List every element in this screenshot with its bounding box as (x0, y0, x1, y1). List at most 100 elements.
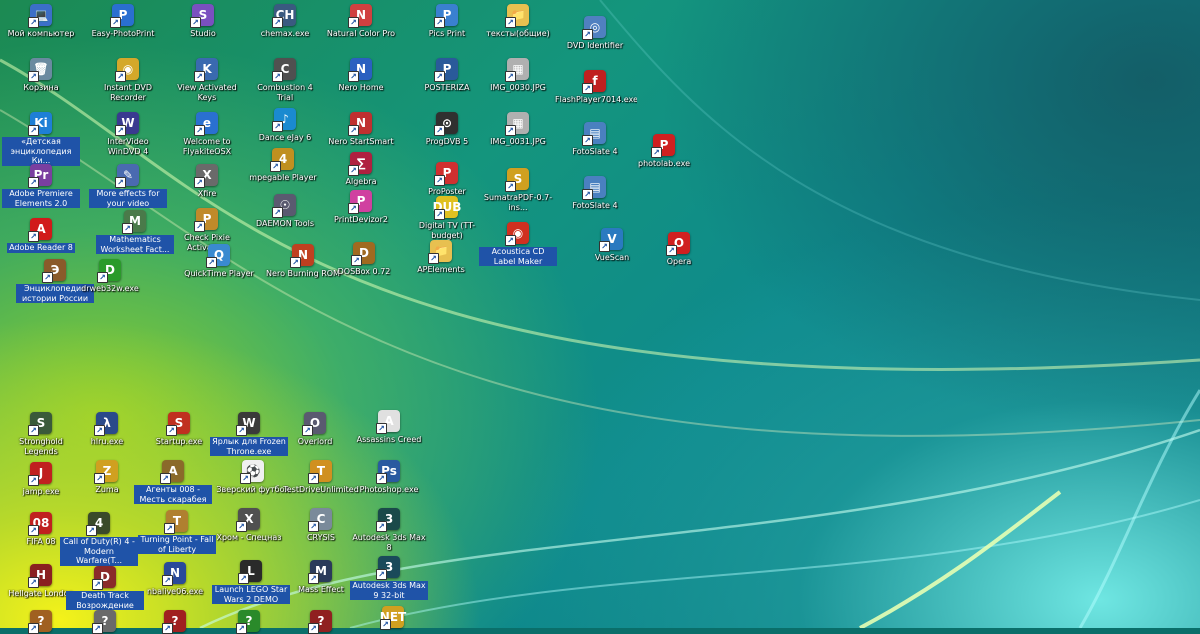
desktop-icon[interactable]: T ↗ TestDriveUnlimited (282, 460, 360, 495)
desktop-icon-label: Adobe Premiere Elements 2.0 (2, 189, 80, 208)
desktop-icon[interactable]: P ↗ PrintDevizor2 (322, 190, 400, 225)
desktop-icon[interactable]: Ps ↗ Photoshop.exe (350, 460, 428, 495)
desktop-icon[interactable]: 4 ↗ mpegable Player (244, 148, 322, 183)
desktop-icon[interactable]: ▦ ↗ IMG_0031.JPG (479, 112, 557, 147)
shortcut-arrow-icon: ↗ (92, 579, 103, 590)
desktop-icon[interactable]: N ↗ Natural Color Pro (322, 4, 400, 39)
desktop-icon[interactable]: NET ↗ (354, 606, 432, 630)
app-icon: Ps ↗ (376, 460, 400, 484)
desktop-icon[interactable]: N ↗ Nero StartSmart (322, 112, 400, 147)
desktop-icon[interactable]: N ↗ Nero Home (322, 58, 400, 93)
app-icon: Pr ↗ (28, 164, 52, 188)
app-icon: T ↗ (164, 510, 188, 534)
desktop-icon[interactable]: ⊙ ↗ ProgDVB 5 (408, 112, 486, 147)
shortcut-arrow-icon: ↗ (94, 473, 105, 484)
desktop-icon[interactable]: P ↗ Easy-PhotoPrint (84, 4, 162, 39)
desktop-icon[interactable]: O ↗ Overlord (276, 412, 354, 447)
desktop-icon[interactable]: C ↗ CRYSIS (282, 508, 360, 543)
desktop-icon-label: IMG_0030.JPG (490, 83, 546, 92)
desktop-icon[interactable]: X ↗ Хром - Спецназ (210, 508, 288, 543)
desktop-icon[interactable]: D ↗ DOSBox 0.72 (325, 242, 403, 277)
desktop-icon[interactable]: Q ↗ QuickTime Player (180, 244, 258, 279)
desktop-icon[interactable]: ? ↗ (210, 610, 288, 634)
shortcut-arrow-icon: ↗ (162, 575, 173, 586)
app-icon: ∑ ↗ (348, 152, 372, 176)
desktop-icon-label: Nero Home (338, 83, 384, 92)
desktop-icon[interactable]: A ↗ Adobe Reader 8 (2, 218, 80, 253)
app-icon: 4 ↗ (86, 512, 110, 536)
shortcut-arrow-icon: ↗ (348, 17, 359, 28)
desktop-icon[interactable]: M ↗ Mathematics Worksheet Fact... (96, 210, 174, 254)
desktop-icon[interactable]: 4 ↗ Call of Duty(R) 4 - Modern Warfare(T..… (60, 512, 138, 566)
app-icon: O ↗ (666, 232, 690, 256)
app-icon: N ↗ (348, 4, 372, 28)
desktop-icon[interactable]: D ↗ Death Track Возрождение (66, 566, 144, 610)
desktop-icon[interactable]: ✎ ↗ More effects for your video (89, 164, 167, 208)
desktop-icon[interactable]: L ↗ Launch LEGO Star Wars 2 DEMO (212, 560, 290, 604)
desktop-icon-label: CRYSIS (306, 533, 336, 542)
desktop-icon[interactable]: ▤ ↗ FotoSlate 4 (556, 122, 634, 157)
shortcut-arrow-icon: ↗ (240, 473, 251, 484)
desktop-icon[interactable]: λ ↗ hlru.exe (68, 412, 146, 447)
desktop-icon-label: FotoSlate 4 (572, 201, 618, 210)
desktop-icon[interactable]: ∑ ↗ Algebra (322, 152, 400, 187)
desktop-icon[interactable]: P ↗ POSTERIZA (408, 58, 486, 93)
desktop-icon-label: Instant DVD Recorder (103, 83, 153, 102)
shortcut-arrow-icon: ↗ (236, 425, 247, 436)
desktop-icon[interactable]: 💻 ↗ Мой компьютер (2, 4, 80, 39)
desktop-icon[interactable]: CH ↗ chemax.exe (246, 4, 324, 39)
desktop-icon[interactable]: M ↗ Mass Effect (282, 560, 360, 595)
desktop-icon[interactable]: ◎ ↗ DVD Identifier (556, 16, 634, 51)
desktop-icon-label: APElements (417, 265, 465, 274)
app-icon: C ↗ (272, 58, 296, 82)
desktop-icon[interactable]: ◉ ↗ Acoustica CD Label Maker (479, 222, 557, 266)
shortcut-arrow-icon: ↗ (115, 177, 126, 188)
desktop-icon[interactable]: A ↗ Assassins Creed (350, 410, 428, 445)
desktop-icon[interactable]: P ↗ ProPoster (408, 162, 486, 197)
desktop-icon[interactable]: ☉ ↗ DAEMON Tools (246, 194, 324, 229)
desktop-icon[interactable]: N ↗ nbalive06.exe (136, 562, 214, 597)
desktop-icon[interactable]: 📁 ↗ тексты(общие) (479, 4, 557, 39)
desktop-icon[interactable]: D ↗ drweb32w.exe (71, 259, 149, 294)
desktop-icon[interactable]: ▦ ↗ IMG_0030.JPG (479, 58, 557, 93)
desktop-icon[interactable]: ? ↗ (136, 610, 214, 634)
desktop-icon[interactable]: 🗑 ↗ Корзина (2, 58, 80, 93)
desktop-icon-label: Opera (666, 257, 692, 266)
shortcut-arrow-icon: ↗ (376, 423, 387, 434)
desktop-icon[interactable]: ▤ ↗ FotoSlate 4 (556, 176, 634, 211)
desktop-icon-label: TestDriveUnlimited (283, 485, 359, 494)
desktop-icon-label: Adobe Reader 8 (7, 243, 75, 253)
desktop-icon-label: Natural Color Pro (326, 29, 396, 38)
desktop-icon[interactable]: P ↗ photolab.exe (625, 134, 703, 169)
app-icon: M ↗ (308, 560, 332, 584)
desktop-icon[interactable]: DUB ↗ Digital TV (TT-budget) (408, 196, 486, 240)
desktop-icon[interactable]: S ↗ SumatraPDF-0.7-ins... (479, 168, 557, 212)
desktop-icon[interactable]: ? ↗ (282, 610, 360, 634)
desktop-icon[interactable]: C ↗ Combustion 4 Trial (246, 58, 324, 102)
desktop-icon[interactable]: W ↗ InterVideo WinDVD 4 (89, 112, 167, 156)
desktop-icon[interactable]: X ↗ Xfire (168, 164, 246, 199)
app-icon: W ↗ (236, 412, 260, 436)
shortcut-arrow-icon: ↗ (110, 17, 121, 28)
desktop-icon[interactable]: S ↗ Startup.exe (140, 412, 218, 447)
desktop-icon[interactable]: 3 ↗ Autodesk 3ds Max 9 32-bit (350, 556, 428, 600)
shortcut-arrow-icon: ↗ (308, 521, 319, 532)
desktop-icon[interactable]: ◉ ↗ Instant DVD Recorder (89, 58, 167, 102)
desktop-icon[interactable]: S ↗ Studio (164, 4, 242, 39)
desktop-icon[interactable]: ? ↗ (66, 610, 144, 634)
desktop-icon-label: Хром - Спецназ (216, 533, 282, 542)
desktop-icon[interactable]: Pr ↗ Adobe Premiere Elements 2.0 (2, 164, 80, 208)
desktop-icon[interactable]: 3 ↗ Autodesk 3ds Max 8 (350, 508, 428, 552)
desktop-icon[interactable]: Ki ↗ «Детская энциклопедия Ки... (2, 112, 80, 166)
app-icon: ▦ ↗ (505, 58, 529, 82)
desktop-icon[interactable]: P ↗ Pics Print (408, 4, 486, 39)
desktop-icon[interactable]: e ↗ Welcome to FlyakiteOSX (168, 112, 246, 156)
desktop-icon[interactable]: A ↗ Агенты 008 - Месть скарабея (134, 460, 212, 504)
desktop-icon[interactable]: T ↗ Turning Point - Fall of Liberty (138, 510, 216, 554)
desktop-icon[interactable]: f ↗ FlashPlayer7014.exe (555, 70, 637, 105)
desktop-icon[interactable]: 📁 ↗ APElements (402, 240, 480, 275)
desktop-icon[interactable]: O ↗ Opera (640, 232, 718, 267)
shortcut-arrow-icon: ↗ (194, 177, 205, 188)
desktop-icon[interactable]: ♪ ↗ Dance eJay 6 (246, 108, 324, 143)
desktop-icon[interactable]: K ↗ View Activated Keys (168, 58, 246, 102)
